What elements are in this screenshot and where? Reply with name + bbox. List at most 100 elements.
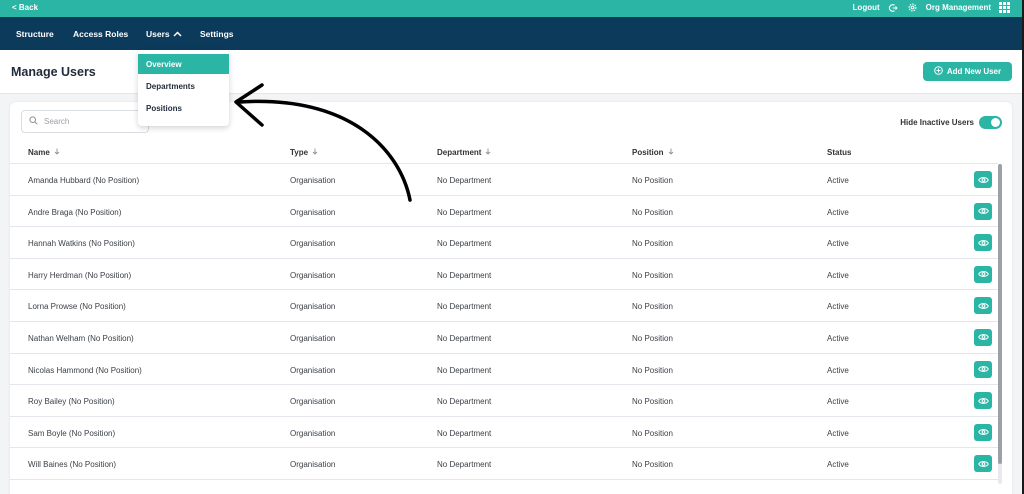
view-user-button[interactable] <box>974 423 992 441</box>
view-user-button[interactable] <box>974 297 992 315</box>
eye-icon <box>977 397 989 404</box>
search-input[interactable] <box>44 117 134 126</box>
table-row[interactable]: Nathan Welham (No Position) Organisation N… <box>10 322 998 354</box>
hide-inactive-toggle[interactable] <box>979 116 1002 129</box>
view-user-button[interactable] <box>974 392 992 410</box>
cell-type: Organisation <box>290 365 336 375</box>
cell-type: Organisation <box>290 239 336 249</box>
cell-status: Active <box>827 365 849 375</box>
view-user-button[interactable] <box>974 234 992 252</box>
table-row[interactable]: Nicolas Hammond (No Position) Organisatio… <box>10 354 998 386</box>
view-user-button[interactable] <box>974 171 992 188</box>
cell-position: No Position <box>632 460 673 470</box>
nav-structure-label: Structure <box>16 29 54 39</box>
column-type-label: Type <box>290 148 309 157</box>
nav-users[interactable]: Users <box>146 29 182 39</box>
cell-type: Organisation <box>290 397 336 407</box>
cell-type: Organisation <box>290 302 336 312</box>
column-header-status[interactable]: Status <box>827 148 851 157</box>
org-management-label[interactable]: Org Management <box>926 3 991 12</box>
cell-name: Harry Herdman (No Position) <box>28 270 132 280</box>
cell-status: Active <box>827 333 849 343</box>
cell-position: No Position <box>632 333 673 343</box>
menu-item-positions[interactable]: Positions <box>138 98 229 118</box>
sort-arrow-icon <box>668 148 674 157</box>
cell-type: Organisation <box>290 207 336 217</box>
cell-department: No Department <box>437 270 492 280</box>
cell-department: No Department <box>437 428 492 438</box>
view-user-button[interactable] <box>974 455 992 473</box>
view-user-button[interactable] <box>974 328 992 346</box>
cell-name: Lorna Prowse (No Position) <box>28 302 126 312</box>
search-box[interactable] <box>21 110 149 133</box>
cell-status: Active <box>827 460 849 470</box>
search-icon <box>29 116 38 127</box>
cell-status: Active <box>827 270 849 280</box>
cell-department: No Department <box>437 239 492 249</box>
table-row[interactable]: Will Baines (No Position) Organisation No … <box>10 448 998 480</box>
cell-department: No Department <box>437 207 492 217</box>
table-row[interactable]: Harry Herdman (No Position) Organisation N… <box>10 259 998 291</box>
eye-icon <box>977 460 989 467</box>
eye-icon <box>977 334 989 341</box>
users-dropdown-menu: Overview Departments Positions <box>138 50 229 126</box>
hide-inactive-label: Hide Inactive Users <box>900 118 974 127</box>
table-row[interactable]: Amanda Hubbard (No Position) Organisation… <box>10 164 998 196</box>
cell-type: Organisation <box>290 460 336 470</box>
menu-item-overview[interactable]: Overview <box>138 54 229 74</box>
main-nav: Structure Access Roles Users Settings <box>0 17 1022 50</box>
table-row[interactable]: Hannah Watkins (No Position) Organisation… <box>10 227 998 259</box>
cell-status: Active <box>827 239 849 249</box>
nav-access-roles-label: Access Roles <box>73 29 129 39</box>
cell-department: No Department <box>437 365 492 375</box>
table-scrollbar[interactable] <box>998 164 1002 484</box>
column-department-label: Department <box>437 148 482 157</box>
cell-type: Organisation <box>290 176 336 185</box>
table-row[interactable]: Roy Bailey (No Position) Organisation No D… <box>10 385 998 417</box>
table-row[interactable]: Lorna Prowse (No Position) Organisation No… <box>10 290 998 322</box>
cell-type: Organisation <box>290 333 336 343</box>
cell-department: No Department <box>437 460 492 470</box>
logout-icon[interactable] <box>888 2 899 13</box>
cell-position: No Position <box>632 176 673 185</box>
back-link[interactable]: < Back <box>12 3 38 12</box>
cell-position: No Position <box>632 365 673 375</box>
column-header-type[interactable]: Type <box>290 148 318 157</box>
eye-icon <box>977 366 989 372</box>
cell-name: Amanda Hubbard (No Position) <box>28 176 140 185</box>
table-row[interactable]: Sam Boyle (No Position) Organisation No De… <box>10 417 998 449</box>
table-row[interactable]: Andre Braga (No Position) Organisation No … <box>10 196 998 228</box>
plus-circle-icon <box>934 66 943 77</box>
add-new-user-button[interactable]: Add New User <box>923 62 1012 81</box>
column-header-name[interactable]: Name <box>28 148 60 157</box>
scrollbar-thumb[interactable] <box>998 164 1002 464</box>
cell-name: Will Baines (No Position) <box>28 460 117 470</box>
logout-link[interactable]: Logout <box>853 3 880 12</box>
table-header: Name Type Department Position Status <box>10 142 998 164</box>
nav-access-roles[interactable]: Access Roles <box>73 29 128 39</box>
view-user-button[interactable] <box>974 265 992 283</box>
cell-name: Nicolas Hammond (No Position) <box>28 365 142 375</box>
cell-type: Organisation <box>290 428 336 438</box>
top-bar: < Back Logout Org Management <box>0 0 1022 17</box>
top-bar-actions: Logout Org Management <box>853 2 1010 13</box>
eye-icon <box>977 271 989 278</box>
column-header-department[interactable]: Department <box>437 148 491 157</box>
add-new-user-label: Add New User <box>946 67 1002 76</box>
app-window: < Back Logout Org Management Structure A… <box>0 0 1022 494</box>
view-user-button[interactable] <box>974 360 992 378</box>
eye-icon <box>977 239 989 246</box>
nav-structure[interactable]: Structure <box>16 29 54 39</box>
gear-icon[interactable] <box>907 2 918 13</box>
chevron-up-icon <box>173 29 182 39</box>
users-card: Hide Inactive Users Name Type Department… <box>10 102 1012 494</box>
grid-icon[interactable] <box>999 2 1010 13</box>
view-user-button[interactable] <box>974 202 992 220</box>
toggle-knob <box>991 118 1000 127</box>
cell-position: No Position <box>632 239 673 249</box>
nav-settings[interactable]: Settings <box>200 29 234 39</box>
eye-icon <box>977 302 989 309</box>
menu-item-departments[interactable]: Departments <box>138 76 229 96</box>
cell-status: Active <box>827 397 849 407</box>
column-header-position[interactable]: Position <box>632 148 674 157</box>
